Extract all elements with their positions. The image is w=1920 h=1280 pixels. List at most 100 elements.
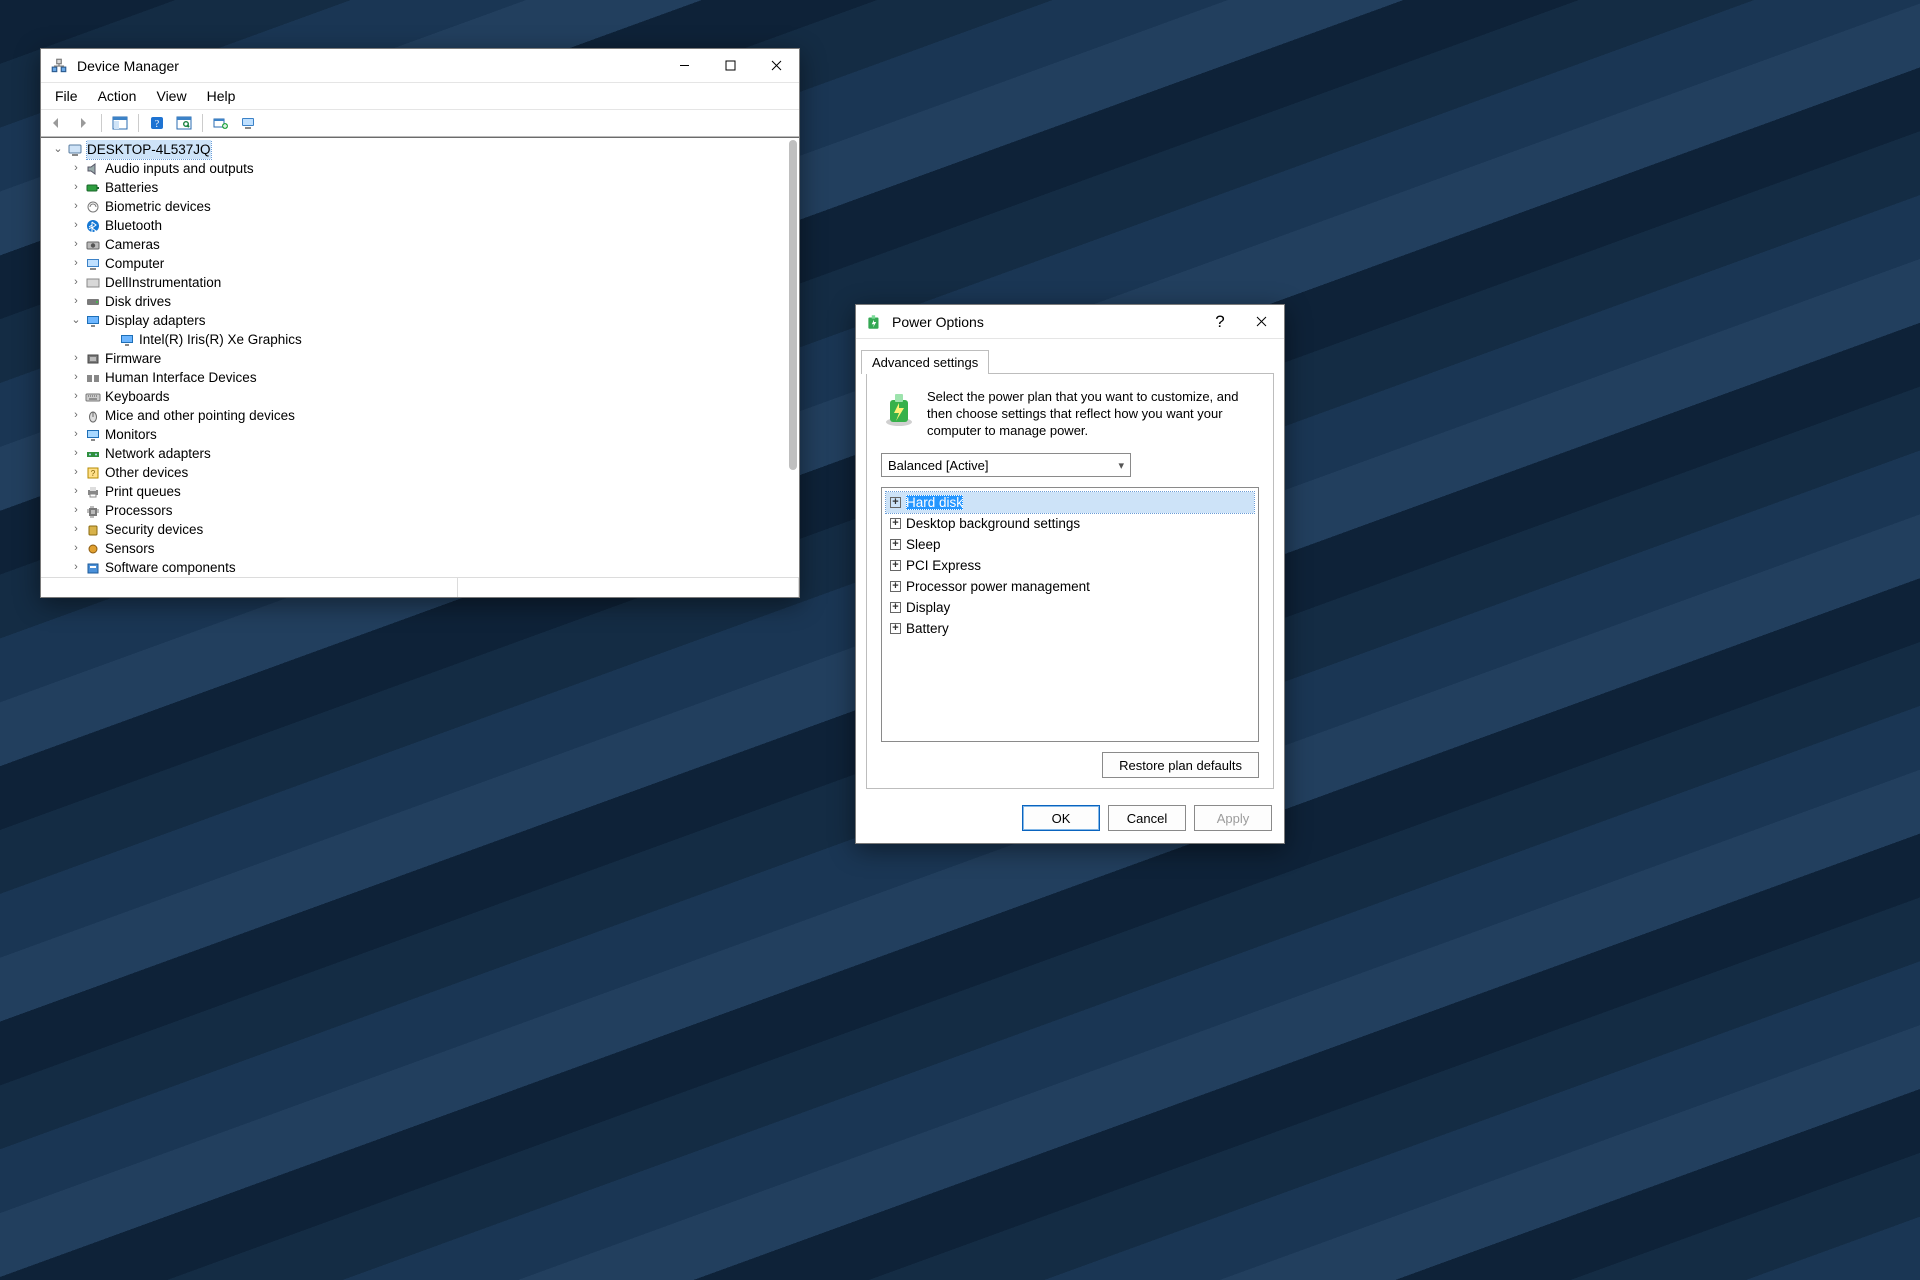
tree-category[interactable]: › Computer (69, 254, 783, 273)
power-setting-item[interactable]: + Battery (886, 618, 1254, 639)
tree-category[interactable]: › DellInstrumentation (69, 273, 783, 292)
power-setting-item[interactable]: + Display (886, 597, 1254, 618)
speaker-icon (84, 161, 102, 177)
tree-category[interactable]: › Firmware (69, 349, 783, 368)
apply-button[interactable]: Apply (1194, 805, 1272, 831)
tree-category-label: Software components (105, 558, 236, 575)
expand-box-icon[interactable]: + (890, 518, 901, 529)
tree-category[interactable]: › Cameras (69, 235, 783, 254)
expand-box-icon[interactable]: + (890, 581, 901, 592)
tree-expander-icon[interactable]: › (69, 368, 83, 387)
tree-expander-icon[interactable]: › (69, 178, 83, 197)
tree-category[interactable]: › Audio inputs and outputs (69, 159, 783, 178)
cancel-button[interactable]: Cancel (1108, 805, 1186, 831)
device-manager-titlebar[interactable]: Device Manager (41, 49, 799, 83)
help-button[interactable]: ? (1202, 305, 1238, 339)
power-options-app-icon (865, 314, 883, 330)
tree-category-label: Audio inputs and outputs (105, 159, 254, 178)
expand-box-icon[interactable]: + (890, 602, 901, 613)
tree-category[interactable]: › Biometric devices (69, 197, 783, 216)
menu-help[interactable]: Help (199, 85, 244, 107)
tree-expander-icon[interactable]: › (69, 197, 83, 216)
tree-category[interactable]: › Disk drives (69, 292, 783, 311)
power-setting-item[interactable]: + PCI Express (886, 555, 1254, 576)
tree-expander-icon[interactable]: › (69, 216, 83, 235)
tree-expander-icon[interactable]: › (69, 444, 83, 463)
tree-category[interactable]: › Keyboards (69, 387, 783, 406)
tree-expander-icon[interactable]: › (69, 406, 83, 425)
power-setting-label: Display (906, 600, 950, 615)
tree-category[interactable]: › Monitors (69, 425, 783, 444)
power-setting-item[interactable]: + Processor power management (886, 576, 1254, 597)
tree-category[interactable]: › Batteries (69, 178, 783, 197)
restore-defaults-button[interactable]: Restore plan defaults (1102, 752, 1259, 778)
device-manager-menubar: File Action View Help (41, 83, 799, 110)
ok-button[interactable]: OK (1022, 805, 1100, 831)
tree-category[interactable]: › Mice and other pointing devices (69, 406, 783, 425)
sensor-icon (84, 541, 102, 557)
menu-file[interactable]: File (47, 85, 86, 107)
scrollbar-thumb[interactable] (789, 140, 797, 470)
help-icon[interactable]: ? (145, 112, 169, 134)
tree-expander-icon[interactable]: › (69, 292, 83, 311)
power-setting-label: Battery (906, 621, 949, 636)
tab-advanced-settings[interactable]: Advanced settings (861, 350, 989, 374)
tree-category-label: Disk drives (105, 292, 171, 311)
properties-icon[interactable] (172, 112, 196, 134)
tree-expander-icon[interactable]: › (69, 558, 83, 575)
menu-action[interactable]: Action (90, 85, 145, 107)
tree-category-label: Network adapters (105, 444, 211, 463)
tree-category[interactable]: ⌄ Display adapters (69, 311, 783, 330)
tree-expander-icon[interactable]: › (69, 254, 83, 273)
tree-category[interactable]: › Processors (69, 501, 783, 520)
tree-expander-icon[interactable]: › (69, 273, 83, 292)
tree-category-label: Bluetooth (105, 216, 162, 235)
tree-expander-icon[interactable]: › (69, 159, 83, 178)
minimize-button[interactable] (661, 49, 707, 83)
tree-expander-icon[interactable]: › (69, 349, 83, 368)
tree-expander-icon[interactable]: › (69, 387, 83, 406)
hid-icon (84, 370, 102, 386)
tree-root[interactable]: ⌄ DESKTOP-4L537JQ (51, 140, 783, 159)
power-setting-item[interactable]: + Hard disk (886, 492, 1254, 513)
tree-expander-icon[interactable]: › (69, 520, 83, 539)
tree-category[interactable]: › ? Other devices (69, 463, 783, 482)
menu-view[interactable]: View (148, 85, 194, 107)
tree-category-label: Print queues (105, 482, 181, 501)
expand-box-icon[interactable]: + (890, 560, 901, 571)
close-button[interactable] (753, 49, 799, 83)
power-options-titlebar[interactable]: Power Options ? (856, 305, 1284, 339)
back-icon[interactable] (44, 112, 68, 134)
power-plan-dropdown[interactable]: Balanced [Active] ▾ (881, 453, 1131, 477)
update-driver-icon[interactable] (209, 112, 233, 134)
power-setting-item[interactable]: + Sleep (886, 534, 1254, 555)
power-setting-item[interactable]: + Desktop background settings (886, 513, 1254, 534)
scan-hardware-icon[interactable] (236, 112, 260, 134)
tree-category[interactable]: › Print queues (69, 482, 783, 501)
tree-expander-icon[interactable]: ⌄ (69, 311, 83, 330)
forward-icon[interactable] (71, 112, 95, 134)
tree-expander-icon[interactable]: › (69, 235, 83, 254)
expand-box-icon[interactable]: + (890, 497, 901, 508)
tree-category[interactable]: › Bluetooth (69, 216, 783, 235)
tree-category[interactable]: › Software components (69, 558, 783, 575)
tree-expander-icon[interactable]: › (69, 501, 83, 520)
tree-device[interactable]: Intel(R) Iris(R) Xe Graphics (103, 330, 783, 349)
tree-expander-icon[interactable]: › (69, 539, 83, 558)
tree-expander-icon[interactable]: › (69, 482, 83, 501)
tree-category-label: DellInstrumentation (105, 273, 221, 292)
expand-box-icon[interactable]: + (890, 539, 901, 550)
close-button[interactable] (1238, 305, 1284, 339)
tree-category[interactable]: › Sensors (69, 539, 783, 558)
tree-expander-icon[interactable]: ⌄ (51, 140, 65, 159)
tree-category[interactable]: › Network adapters (69, 444, 783, 463)
tree-category[interactable]: › Security devices (69, 520, 783, 539)
tree-category-label: Sensors (105, 539, 155, 558)
tree-expander-icon[interactable]: › (69, 425, 83, 444)
expand-box-icon[interactable]: + (890, 623, 901, 634)
tree-category[interactable]: › Human Interface Devices (69, 368, 783, 387)
maximize-button[interactable] (707, 49, 753, 83)
device-manager-app-icon (50, 58, 68, 74)
tree-expander-icon[interactable]: › (69, 463, 83, 482)
show-hide-tree-icon[interactable] (108, 112, 132, 134)
